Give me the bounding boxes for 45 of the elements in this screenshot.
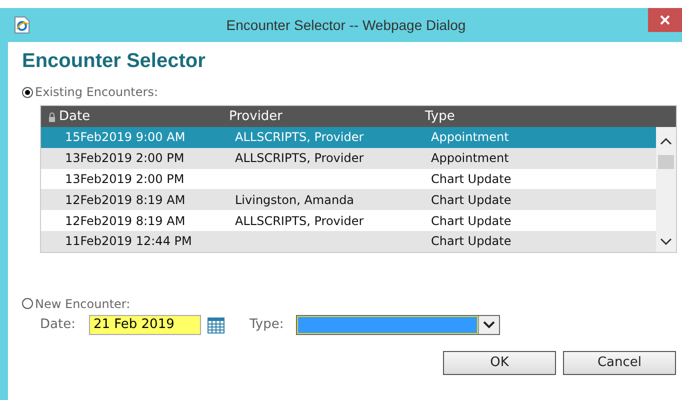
dialog-button[interactable]: Cancel [563,350,676,375]
type-dropdown[interactable] [296,314,500,335]
scroll-up-icon[interactable] [660,137,672,145]
table-cell: 11Feb2019 12:44 PM [65,234,192,248]
table-cell: ALLSCRIPTS, Provider [235,130,364,144]
radio-button[interactable] [22,86,33,98]
dialog-button[interactable]: OK [443,350,556,375]
table-row[interactable]: 12Feb2019 8:19 AM Livingston, Amanda Chart Update [41,189,656,210]
dialog-heading: Encounter Selector [22,50,206,73]
table-cell: 13Feb2019 2:00 PM [65,172,184,186]
field-label: Type: [249,317,284,332]
radio-label: Existing Encounters: [35,85,158,99]
window-title: Encounter Selector -- Webpage Dialog [225,17,467,33]
table-cell: 15Feb2019 9:00 AM [65,130,186,144]
table-cell: Chart Update [431,192,512,207]
table-cell: 12Feb2019 8:19 AM [65,192,186,207]
field-label: Date: [40,317,76,332]
table-cell: ALLSCRIPTS, Provider [235,151,364,166]
table-cell: 12Feb2019 8:19 AM [65,214,186,228]
table-cell: Chart Update [431,214,512,228]
date-field[interactable]: 21 Feb 2019 [89,314,202,335]
table-row[interactable]: 11Feb2019 12:44 PM Chart Update [41,230,656,252]
table-cell: 13Feb2019 2:00 PM [65,151,184,166]
table-cell: Chart Update [431,234,512,248]
column-header[interactable]: Date [59,109,229,124]
column-header[interactable]: Provider [229,109,425,124]
table-row[interactable]: 13Feb2019 2:00 PM ALLSCRIPTS, Provider Appointment [41,148,656,169]
table-cell: Chart Update [431,172,512,186]
lock-icon [48,112,56,122]
scroll-down-icon[interactable] [660,238,672,246]
radio-label: New Encounter: [35,296,130,311]
table-row[interactable]: 13Feb2019 2:00 PM Chart Update [41,168,656,190]
table-cell: ALLSCRIPTS, Provider [235,214,364,228]
browser-icon [14,16,30,34]
calendar-icon[interactable] [207,316,226,334]
table-cell: Appointment [431,151,509,166]
close-button[interactable] [648,8,682,32]
scrollbar-thumb[interactable] [658,155,674,169]
table-cell: Livingston, Amanda [235,192,354,207]
radio-button[interactable] [22,298,33,310]
table-cell: Appointment [431,130,509,144]
table-row[interactable]: 15Feb2019 9:00 AM ALLSCRIPTS, Provider Appointment [41,127,656,148]
column-header[interactable]: Type [425,109,625,124]
scrollbar[interactable] [656,127,676,252]
close-icon [659,14,671,26]
